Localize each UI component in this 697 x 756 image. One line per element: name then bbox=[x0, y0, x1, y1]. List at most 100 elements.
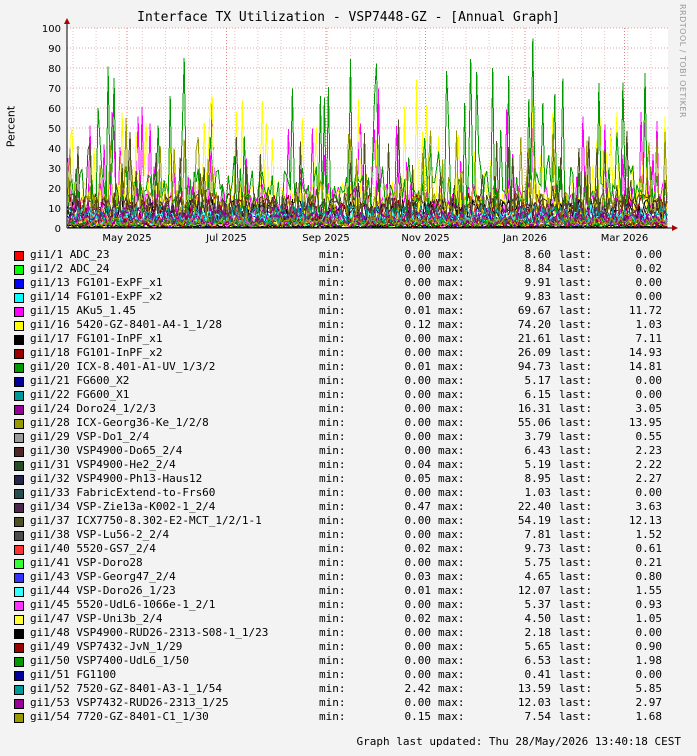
legend-min-value: 0.00 bbox=[404, 262, 432, 275]
legend-last-label: last: bbox=[559, 710, 593, 723]
legend-min-value: 0.00 bbox=[404, 696, 432, 709]
legend-last-label: last: bbox=[559, 584, 593, 597]
legend-last-label: last: bbox=[559, 346, 593, 359]
legend-swatch bbox=[14, 251, 24, 261]
legend-swatch bbox=[14, 391, 24, 401]
legend-last-label: last: bbox=[559, 668, 593, 681]
legend-row: gi1/30 VSP4900-Do65_2/4 min: 0.00 max: 6.43 l… bbox=[14, 444, 694, 458]
legend-max-value: 8.95 bbox=[524, 472, 552, 485]
legend-series-name: gi1/22 FG600_X1 bbox=[30, 388, 130, 401]
legend-last-label: last: bbox=[559, 696, 593, 709]
legend-max-value: 74.20 bbox=[517, 318, 551, 331]
legend-max-label: max: bbox=[438, 262, 465, 275]
legend-series-name: gi1/20 ICX-8.401-A1-UV_1/3/2 bbox=[30, 360, 216, 373]
legend-row: gi1/52 7520-GZ-8401-A3-1_1/54 min: 2.42 max… bbox=[14, 682, 694, 696]
y-axis-arrow bbox=[64, 18, 70, 24]
legend-last-value: 0.00 bbox=[635, 668, 663, 681]
legend-min-label: min: bbox=[319, 710, 346, 723]
legend-last-label: last: bbox=[559, 402, 593, 415]
legend-row: gi1/48 VSP4900-RUD26-2313-S08-1_1/23 min:… bbox=[14, 626, 694, 640]
legend-series-name: gi1/17 FG101-InPF_x1 bbox=[30, 332, 163, 345]
legend-swatch bbox=[14, 461, 24, 471]
legend-last-label: last: bbox=[559, 290, 593, 303]
legend-swatch bbox=[14, 615, 24, 625]
legend-min-label: min: bbox=[319, 668, 346, 681]
legend-series-name: gi1/14 FG101-ExPF_x2 bbox=[30, 290, 163, 303]
legend-series-name: gi1/1 ADC_23 bbox=[30, 248, 110, 261]
x-tick-label: Nov 2025 bbox=[401, 233, 449, 244]
legend-last-label: last: bbox=[559, 416, 593, 429]
legend-max-label: max: bbox=[438, 598, 465, 611]
y-tick-label: 90 bbox=[48, 44, 61, 55]
legend-min-label: min: bbox=[319, 374, 346, 387]
legend-last-value: 1.03 bbox=[635, 318, 663, 331]
legend-row: gi1/53 VSP7432-RUD26-2313_1/25 min: 0.00 ma… bbox=[14, 696, 694, 710]
legend-row: gi1/29 VSP-Do1_2/4 min: 0.00 max: 3.79 last: 0… bbox=[14, 430, 694, 444]
legend-min-value: 0.01 bbox=[404, 360, 432, 373]
legend-row: gi1/33 FabricExtend-to-Frs60 min: 0.00 max:… bbox=[14, 486, 694, 500]
legend-row: gi1/21 FG600_X2 min: 0.00 max: 5.17 last: 0.00 bbox=[14, 374, 694, 388]
legend-max-label: max: bbox=[438, 654, 465, 667]
legend-last-value: 1.55 bbox=[635, 584, 663, 597]
legend-row: gi1/31 VSP4900-He2_2/4 min: 0.04 max: 5.19 la… bbox=[14, 458, 694, 472]
legend-last-value: 5.85 bbox=[635, 682, 663, 695]
legend-last-label: last: bbox=[559, 640, 593, 653]
legend-max-label: max: bbox=[438, 500, 465, 513]
legend-row: gi1/43 VSP-Georg47_2/4 min: 0.03 max: 4.65 la… bbox=[14, 570, 694, 584]
legend-min-label: min: bbox=[319, 640, 346, 653]
y-tick-label: 30 bbox=[48, 164, 61, 175]
legend-min-label: min: bbox=[319, 276, 346, 289]
legend-max-label: max: bbox=[438, 360, 465, 373]
legend-min-value: 0.00 bbox=[404, 486, 432, 499]
legend-min-value: 0.01 bbox=[404, 304, 432, 317]
legend-max-label: max: bbox=[438, 332, 465, 345]
legend-min-value: 0.02 bbox=[404, 612, 432, 625]
legend-max-label: max: bbox=[438, 486, 465, 499]
legend-min-value: 0.02 bbox=[404, 542, 432, 555]
legend-series-name: gi1/38 VSP-Lu56-2_2/4 bbox=[30, 528, 170, 541]
legend-min-label: min: bbox=[319, 542, 346, 555]
legend-min-value: 0.12 bbox=[404, 318, 432, 331]
legend-swatch bbox=[14, 643, 24, 653]
legend-max-value: 5.75 bbox=[524, 556, 552, 569]
legend-row: gi1/18 FG101-InPF_x2 min: 0.00 max: 26.09 las… bbox=[14, 346, 694, 360]
legend-swatch bbox=[14, 657, 24, 667]
legend-last-value: 0.00 bbox=[635, 388, 663, 401]
legend-last-label: last: bbox=[559, 374, 593, 387]
legend-min-value: 0.00 bbox=[404, 332, 432, 345]
y-tick-label: 70 bbox=[48, 84, 61, 95]
legend-max-label: max: bbox=[438, 612, 465, 625]
legend-swatch bbox=[14, 629, 24, 639]
legend-row: gi1/20 ICX-8.401-A1-UV_1/3/2 min: 0.01 max:… bbox=[14, 360, 694, 374]
legend-swatch bbox=[14, 265, 24, 275]
legend-max-value: 6.15 bbox=[524, 388, 552, 401]
legend-max-value: 55.06 bbox=[517, 416, 551, 429]
legend-min-value: 0.00 bbox=[404, 416, 432, 429]
legend-last-value: 0.02 bbox=[635, 262, 663, 275]
legend-series-name: gi1/24 Doro24_1/2/3 bbox=[30, 402, 156, 415]
legend-last-label: last: bbox=[559, 654, 593, 667]
legend-min-label: min: bbox=[319, 598, 346, 611]
legend-last-value: 2.22 bbox=[635, 458, 663, 471]
legend-last-label: last: bbox=[559, 360, 593, 373]
legend-last-label: last: bbox=[559, 514, 593, 527]
chart-root: Interface TX Utilization - VSP7448-GZ - … bbox=[0, 0, 697, 756]
legend-min-value: 0.00 bbox=[404, 598, 432, 611]
legend-last-value: 0.21 bbox=[635, 556, 663, 569]
legend-last-value: 2.23 bbox=[635, 444, 663, 457]
legend-row: gi1/51 FG1100 min: 0.00 max: 0.41 last: 0.00 bbox=[14, 668, 694, 682]
legend-swatch bbox=[14, 601, 24, 611]
legend-last-value: 1.68 bbox=[635, 710, 663, 723]
legend-max-value: 7.54 bbox=[524, 710, 552, 723]
legend-max-label: max: bbox=[438, 584, 465, 597]
legend-swatch bbox=[14, 419, 24, 429]
legend-last-value: 1.05 bbox=[635, 612, 663, 625]
legend-series-name: gi1/53 VSP7432-RUD26-2313_1/25 bbox=[30, 696, 229, 709]
legend-min-label: min: bbox=[319, 570, 346, 583]
legend-max-value: 54.19 bbox=[517, 514, 551, 527]
legend-max-value: 13.59 bbox=[517, 682, 551, 695]
legend-swatch bbox=[14, 447, 24, 457]
legend-last-value: 7.11 bbox=[635, 332, 663, 345]
x-axis-arrow bbox=[672, 225, 678, 231]
legend-max-value: 4.50 bbox=[524, 612, 552, 625]
